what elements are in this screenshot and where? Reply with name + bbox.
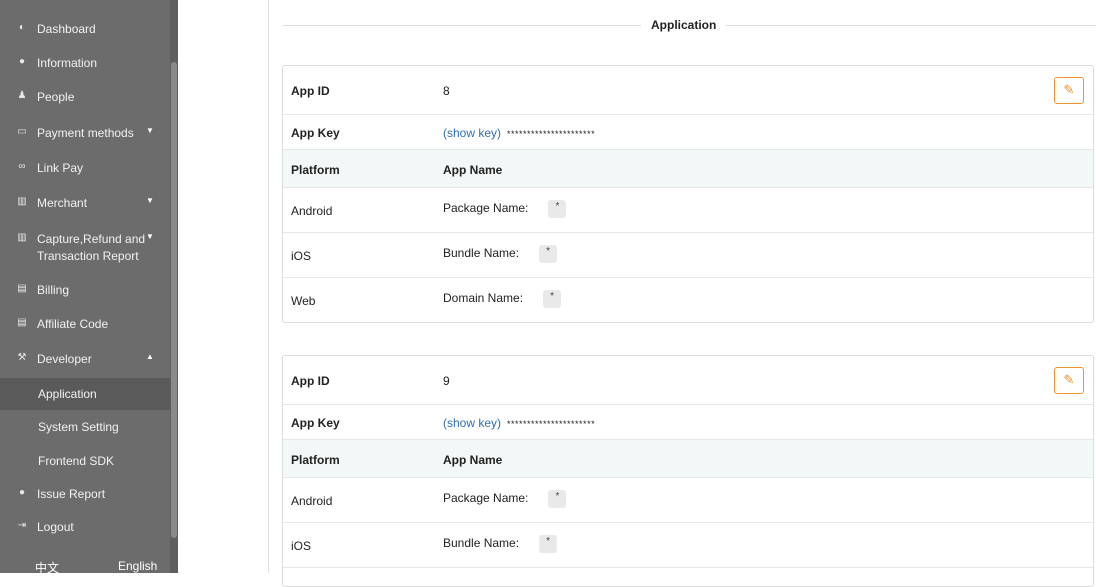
sidebar-item-link-pay[interactable]: ∞ Link Pay <box>0 161 170 179</box>
app-key-row: App Key (show key) ********************** <box>283 405 1093 440</box>
chevron-down-icon: ▼ <box>146 232 154 241</box>
platform-name: iOS <box>291 539 312 553</box>
app-key-mask: ********************** <box>507 419 596 429</box>
building-icon: ▥ <box>17 196 27 207</box>
app-name-label: Bundle Name: <box>443 536 520 551</box>
edit-icon: ✎ <box>1063 372 1075 387</box>
app-name-value: * <box>539 245 558 263</box>
platform-name: Android <box>291 204 333 218</box>
show-key-link[interactable]: (show key) <box>443 126 501 140</box>
chevron-up-icon: ▲ <box>146 352 154 361</box>
sidebar: ◐ Dashboard ● Information ♟ People ▭ Pay… <box>0 0 178 573</box>
app-id-label: App ID <box>291 374 330 388</box>
sidebar-subitem-system-setting[interactable]: System Setting <box>0 420 170 438</box>
app-name-header: App Name <box>443 163 503 177</box>
question-icon: ● <box>18 487 26 498</box>
edit-icon: ✎ <box>1063 82 1075 97</box>
sidebar-subitem-label: Frontend SDK <box>38 454 115 468</box>
sidebar-item-label: People <box>37 90 75 104</box>
platform-name: Android <box>291 494 333 508</box>
app-name-value: * <box>543 290 562 308</box>
sidebar-item-label-line2: Transaction Report <box>37 249 139 263</box>
app-id-row: App ID 9 ✎ <box>283 356 1093 405</box>
app-key-label: App Key <box>291 416 340 430</box>
platform-name: iOS <box>291 249 312 263</box>
app-id-label: App ID <box>291 84 330 98</box>
info-icon: ● <box>18 56 26 67</box>
sidebar-subitem-frontend-sdk[interactable]: Frontend SDK <box>0 454 170 472</box>
app-key-label: App Key <box>291 126 340 140</box>
platform-header-row: Platform App Name <box>283 150 1093 188</box>
edit-button[interactable]: ✎ <box>1054 77 1084 104</box>
app-key-mask: ********************** <box>507 129 596 139</box>
app-name-label: Package Name: <box>443 201 529 216</box>
sidebar-item-issue-report[interactable]: ● Issue Report <box>0 487 170 505</box>
sidebar-item-label: Link Pay <box>37 161 84 175</box>
page-title: Application <box>641 18 727 32</box>
application-card: App ID 9 ✎ App Key (show key) ***********… <box>282 355 1094 587</box>
application-card: App ID 8 ✎ App Key (show key) ***********… <box>282 65 1094 323</box>
sidebar-item-billing[interactable]: ▤ Billing <box>0 283 170 301</box>
app-name-header: App Name <box>443 453 503 467</box>
show-key-link[interactable]: (show key) <box>443 416 501 430</box>
sidebar-item-label: Dashboard <box>37 22 96 36</box>
wrench-icon: ⚒ <box>17 352 27 363</box>
sidebar-subitem-label: System Setting <box>38 420 119 434</box>
sidebar-item-label: Logout <box>37 520 74 534</box>
sidebar-item-label: Payment methods <box>37 126 134 140</box>
sidebar-subitem-application[interactable]: Application <box>0 378 170 410</box>
sidebar-item-affiliate-code[interactable]: ▤ Affiliate Code <box>0 317 170 335</box>
document-icon: ▤ <box>17 283 27 294</box>
link-icon: ∞ <box>18 161 26 172</box>
table-row: Android Package Name: * <box>283 188 1093 233</box>
sidebar-scrollbar-thumb[interactable] <box>171 62 177 538</box>
table-row: Android Package Name: * <box>283 478 1093 523</box>
document-icon: ▤ <box>17 317 27 328</box>
lang-chinese-link[interactable]: 中文 <box>35 559 59 573</box>
sidebar-item-merchant[interactable]: ▥ Merchant ▼ <box>0 196 170 214</box>
sidebar-item-label: Information <box>37 56 98 70</box>
sidebar-item-people[interactable]: ♟ People <box>0 90 170 108</box>
platform-header: Platform <box>291 163 340 177</box>
sidebar-item-payment-methods[interactable]: ▭ Payment methods ▼ <box>0 126 170 144</box>
main-content: Application App ID 8 ✎ App Key (show key… <box>268 0 1096 587</box>
sidebar-item-label: Capture,Refund and <box>37 232 146 246</box>
table-row: iOS Bundle Name: * <box>283 523 1093 568</box>
platform-header-row: Platform App Name <box>283 440 1093 478</box>
logout-icon: ⇥ <box>17 520 27 531</box>
sidebar-item-information[interactable]: ● Information <box>0 56 170 74</box>
app-name-value: * <box>548 490 567 508</box>
platform-header: Platform <box>291 453 340 467</box>
chevron-down-icon: ▼ <box>146 126 154 135</box>
sidebar-subitem-label: Application <box>38 387 97 401</box>
app-name-label: Bundle Name: <box>443 246 520 261</box>
app-key-row: App Key (show key) ********************** <box>283 115 1093 150</box>
table-row: iOS Bundle Name: * <box>283 233 1093 278</box>
app-name-value: * <box>548 200 567 218</box>
sidebar-item-label: Affiliate Code <box>37 317 109 331</box>
app-name-label: Package Name: <box>443 491 529 506</box>
app-id-value: 8 <box>443 84 450 98</box>
lang-english-link[interactable]: English <box>118 559 157 573</box>
sidebar-item-dashboard[interactable]: ◐ Dashboard <box>0 22 170 40</box>
people-icon: ♟ <box>17 90 27 101</box>
card-icon: ▭ <box>17 126 27 137</box>
table-row: Web Domain Name: * <box>283 278 1093 322</box>
sidebar-item-label: Issue Report <box>37 487 106 501</box>
app-name-value: * <box>539 535 558 553</box>
building-icon: ▥ <box>17 232 27 243</box>
platform-name: Web <box>291 294 316 308</box>
sidebar-item-label: Developer <box>37 352 92 366</box>
edit-button[interactable]: ✎ <box>1054 367 1084 394</box>
sidebar-item-label: Billing <box>37 283 70 297</box>
app-name-label: Domain Name: <box>443 291 524 306</box>
sidebar-item-capture-refund[interactable]: ▥ Capture,Refund and Transaction Report … <box>0 232 170 266</box>
chevron-down-icon: ▼ <box>146 196 154 205</box>
sidebar-item-logout[interactable]: ⇥ Logout <box>0 520 170 538</box>
sidebar-item-label: Merchant <box>37 196 88 210</box>
sidebar-item-developer[interactable]: ⚒ Developer ▲ <box>0 352 170 370</box>
dashboard-icon: ◐ <box>18 22 26 33</box>
app-id-row: App ID 8 ✎ <box>283 66 1093 115</box>
app-id-value: 9 <box>443 374 450 388</box>
